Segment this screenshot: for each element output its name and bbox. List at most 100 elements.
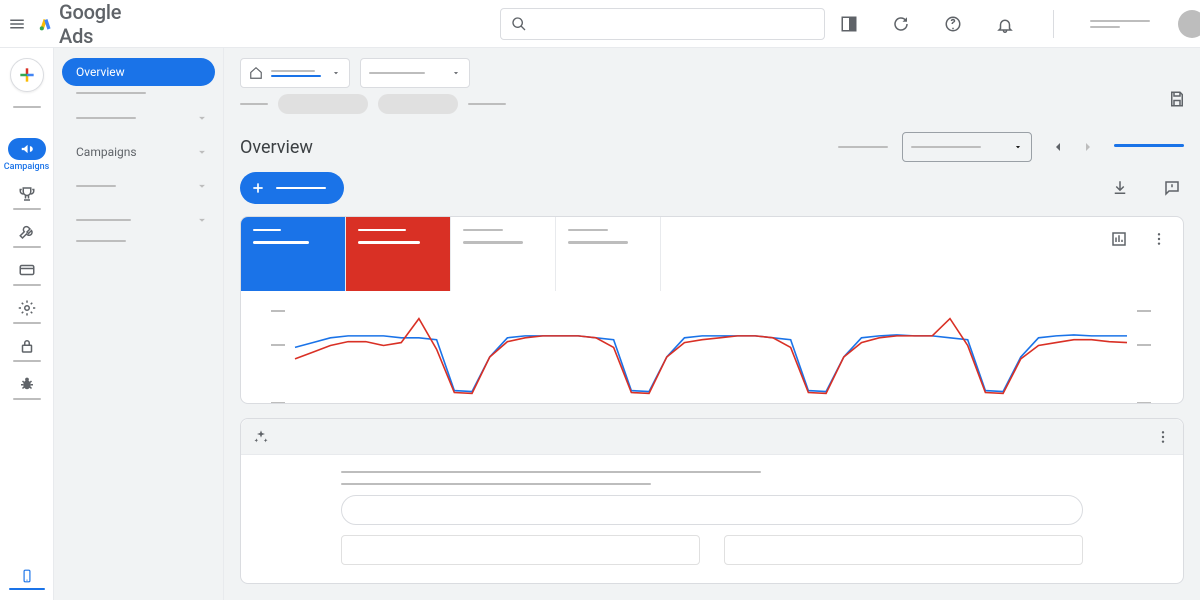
kebab-icon — [1151, 231, 1167, 247]
avatar[interactable] — [1178, 10, 1200, 38]
page-title: Overview — [240, 137, 313, 158]
chevron-down-icon — [195, 111, 209, 125]
kebab-button[interactable] — [1147, 227, 1171, 251]
account-dropdown[interactable] — [240, 58, 350, 88]
sidebar-item-collapse-2[interactable] — [62, 172, 215, 200]
suggestion-card[interactable] — [341, 535, 700, 565]
device-icon — [20, 567, 34, 585]
crumb-chip[interactable] — [378, 94, 458, 114]
sidebar-label-overview: Overview — [76, 65, 125, 79]
caret-down-icon — [331, 68, 341, 78]
google-ads-logo-icon — [38, 13, 53, 35]
notifications-icon[interactable] — [993, 12, 1017, 36]
chevron-right-icon — [1080, 139, 1096, 155]
account-switcher[interactable] — [1090, 20, 1150, 28]
brand: Google Ads — [38, 0, 128, 48]
rail-label-placeholder — [13, 106, 41, 108]
caret-down-icon — [451, 68, 461, 78]
chart-series-metric-blue — [295, 335, 1127, 392]
insight-card — [240, 418, 1184, 584]
rail-item-goals[interactable] — [0, 184, 53, 210]
bug-icon — [18, 375, 36, 393]
sidebar: Overview Campaigns — [54, 48, 224, 600]
text-placeholder — [341, 471, 761, 473]
rail-item-billing[interactable] — [0, 260, 53, 286]
suggestion-card[interactable] — [724, 535, 1083, 565]
home-icon — [249, 66, 263, 80]
main-content: Overview — [224, 48, 1200, 600]
compare-label-placeholder — [838, 146, 888, 148]
chart-series-metric-red — [295, 319, 1127, 394]
sidebar-item-campaigns[interactable]: Campaigns — [62, 138, 215, 166]
chart-settings-button[interactable] — [1107, 227, 1131, 251]
metric-tile-4[interactable] — [556, 217, 661, 291]
download-button[interactable] — [1108, 176, 1132, 200]
chart-canvas — [271, 303, 1151, 404]
new-button[interactable] — [10, 58, 44, 92]
caret-down-icon — [1013, 142, 1023, 152]
sidebar-item-placeholder[interactable] — [76, 92, 146, 94]
rail-item-tools[interactable] — [0, 222, 53, 248]
breadcrumb — [224, 94, 1200, 124]
rail-label-campaigns: Campaigns — [4, 162, 50, 172]
sidebar-item-collapse-1[interactable] — [62, 104, 215, 132]
top-bar: Google Ads — [0, 0, 1200, 48]
trophy-icon — [18, 185, 36, 203]
menu-icon[interactable] — [8, 12, 26, 36]
rail-item-admin[interactable] — [0, 298, 53, 324]
line-chart — [241, 291, 1183, 404]
new-campaign-button[interactable] — [240, 172, 344, 204]
kebab-button[interactable] — [1155, 429, 1171, 445]
campaign-dropdown[interactable] — [360, 58, 470, 88]
suggestion-input[interactable] — [341, 495, 1083, 525]
date-next-button[interactable] — [1076, 135, 1100, 159]
download-icon — [1111, 179, 1129, 197]
divider — [1053, 10, 1054, 38]
plus-icon — [250, 180, 266, 196]
rail-item-security[interactable] — [0, 336, 53, 362]
date-prev-button[interactable] — [1046, 135, 1070, 159]
date-indicator — [1114, 144, 1184, 147]
sidebar-item-placeholder[interactable] — [76, 240, 126, 242]
save-icon[interactable] — [1168, 90, 1186, 108]
lock-icon — [18, 337, 36, 355]
metric-tile-1[interactable] — [241, 217, 346, 291]
icon-rail: Campaigns — [0, 48, 54, 600]
gear-icon — [18, 299, 36, 317]
rail-item-campaigns[interactable]: Campaigns — [0, 138, 53, 172]
refresh-icon[interactable] — [889, 12, 913, 36]
wrench-icon — [18, 223, 36, 241]
chevron-down-icon — [195, 145, 209, 159]
crumb[interactable] — [468, 103, 506, 105]
sidebar-item-overview[interactable]: Overview — [62, 58, 215, 86]
help-icon[interactable] — [941, 12, 965, 36]
rail-bottom-item[interactable] — [0, 567, 53, 590]
metrics-card — [240, 216, 1184, 404]
plus-icon — [17, 65, 37, 85]
feedback-icon — [1163, 179, 1181, 197]
crumb[interactable] — [240, 103, 268, 105]
megaphone-icon — [20, 142, 34, 156]
date-range-dropdown[interactable] — [902, 132, 1032, 162]
chevron-down-icon — [195, 179, 209, 193]
sidebar-label-campaigns: Campaigns — [76, 145, 137, 159]
page-header: Overview — [224, 124, 1200, 172]
chart-icon — [1110, 230, 1128, 248]
sidebar-item-collapse-3[interactable] — [62, 206, 215, 234]
metric-tile-3[interactable] — [451, 217, 556, 291]
appearance-icon[interactable] — [837, 12, 861, 36]
text-placeholder — [341, 483, 651, 485]
filter-bar — [224, 48, 1200, 94]
top-icons — [837, 10, 1200, 38]
rail-item-bug[interactable] — [0, 374, 53, 400]
feedback-button[interactable] — [1160, 176, 1184, 200]
action-row — [224, 172, 1200, 216]
metric-tile-2[interactable] — [346, 217, 451, 291]
sparkles-icon — [253, 429, 269, 445]
brand-text: Google Ads — [59, 0, 128, 48]
kebab-icon — [1155, 429, 1171, 445]
crumb-chip[interactable] — [278, 94, 368, 114]
chevron-left-icon — [1050, 139, 1066, 155]
search-input[interactable] — [500, 8, 825, 40]
chevron-down-icon — [195, 213, 209, 227]
